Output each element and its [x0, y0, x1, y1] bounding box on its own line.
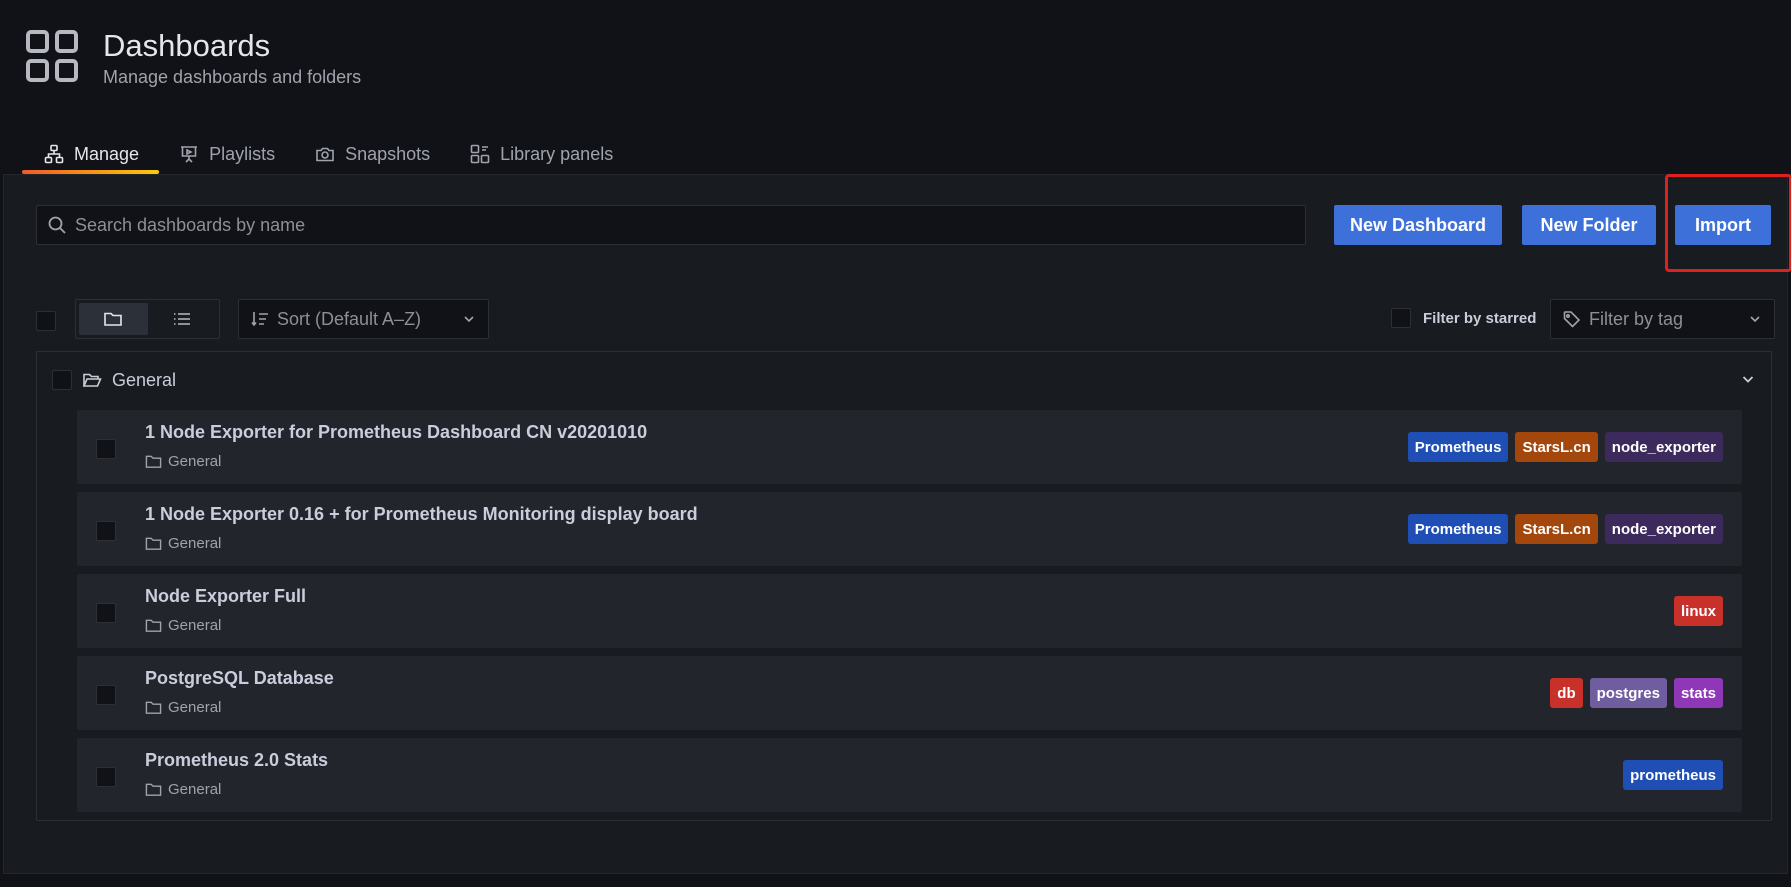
- dashboard-location: General: [145, 781, 221, 798]
- dashboard-location-label: General: [168, 453, 222, 470]
- filter-by-starred[interactable]: Filter by starred: [1391, 308, 1536, 328]
- folder-view-button[interactable]: [79, 303, 148, 335]
- row-checkbox[interactable]: [96, 439, 116, 459]
- select-all-checkbox[interactable]: [36, 311, 56, 331]
- folder-header[interactable]: General: [37, 352, 1771, 408]
- filter-starred-checkbox[interactable]: [1391, 308, 1411, 328]
- manage-content: New Dashboard New Folder Import Sort (De…: [3, 174, 1791, 874]
- dashboard-row[interactable]: 1 Node Exporter for Prometheus Dashboard…: [77, 410, 1742, 484]
- tag[interactable]: prometheus: [1623, 760, 1723, 790]
- presentation-icon: [179, 144, 199, 164]
- tab-library-panels-label: Library panels: [500, 143, 614, 164]
- tag-list: Prometheus StarsL.cn node_exporter: [1407, 514, 1723, 544]
- folder-checkbox[interactable]: [52, 370, 72, 390]
- sort-icon: [251, 312, 268, 327]
- tag-list: Prometheus StarsL.cn node_exporter: [1407, 432, 1723, 462]
- filter-starred-label: Filter by starred: [1423, 309, 1537, 327]
- chevron-down-icon[interactable]: [1739, 370, 1757, 388]
- list-icon: [173, 313, 190, 325]
- tab-bar: Manage Playlists Snapshots Library panel…: [22, 134, 633, 174]
- sort-label: Sort (Default A–Z): [277, 308, 422, 329]
- dashboard-location-label: General: [168, 699, 222, 716]
- tag[interactable]: Prometheus: [1407, 432, 1509, 462]
- new-dashboard-button[interactable]: New Dashboard: [1334, 205, 1502, 245]
- dashboard-title: Node Exporter Full: [145, 586, 307, 606]
- dashboard-row[interactable]: 1 Node Exporter 0.16 + for Prometheus Mo…: [77, 492, 1742, 566]
- dashboard-location-label: General: [168, 781, 222, 798]
- dashboard-location: General: [145, 617, 221, 634]
- tag[interactable]: node_exporter: [1604, 432, 1723, 462]
- sitemap-icon: [44, 144, 64, 164]
- tag-filter-placeholder: Filter by tag: [1589, 308, 1684, 329]
- tag-icon: [1563, 311, 1581, 328]
- folder-icon: [145, 453, 162, 470]
- search-input[interactable]: [67, 206, 1305, 244]
- tag[interactable]: Prometheus: [1407, 514, 1509, 544]
- tag-list: linux: [1673, 596, 1723, 626]
- folder-name: General: [112, 369, 177, 390]
- dashboard-location: General: [145, 699, 221, 716]
- tab-manage[interactable]: Manage: [22, 134, 160, 174]
- import-button[interactable]: Import: [1675, 205, 1771, 245]
- apps-grid-icon: [26, 30, 78, 82]
- page-title: Dashboards: [103, 28, 271, 63]
- tag-list: prometheus: [1623, 760, 1723, 790]
- search-box: [36, 205, 1306, 245]
- chevron-down-icon: [1750, 316, 1760, 323]
- dashboard-title: 1 Node Exporter for Prometheus Dashboard…: [145, 422, 648, 442]
- camera-icon: [315, 144, 335, 164]
- dashboard-row[interactable]: PostgreSQL Database General db postgres …: [77, 656, 1742, 730]
- page-header: Dashboards Manage dashboards and folders…: [0, 0, 1791, 174]
- chevron-down-icon: [464, 316, 474, 323]
- row-checkbox[interactable]: [96, 603, 116, 623]
- dashboard-title: PostgreSQL Database: [145, 668, 334, 688]
- tab-library-panels[interactable]: Library panels: [450, 134, 633, 174]
- row-checkbox[interactable]: [96, 521, 116, 541]
- folder-icon: [145, 617, 162, 634]
- page-subtitle: Manage dashboards and folders: [103, 67, 362, 87]
- folder-icon: [104, 312, 123, 326]
- tag[interactable]: linux: [1673, 596, 1723, 626]
- tab-snapshots[interactable]: Snapshots: [295, 134, 450, 174]
- tag[interactable]: stats: [1673, 678, 1723, 708]
- dashboard-location: General: [145, 535, 221, 552]
- tab-playlists[interactable]: Playlists: [159, 134, 295, 174]
- tab-manage-label: Manage: [74, 143, 140, 164]
- tag[interactable]: postgres: [1589, 678, 1667, 708]
- tag[interactable]: db: [1550, 678, 1583, 708]
- library-panel-icon: [470, 144, 490, 164]
- tag-filter-select[interactable]: Filter by tag: [1550, 299, 1775, 339]
- tab-snapshots-label: Snapshots: [345, 143, 431, 164]
- view-mode-toggle: [75, 299, 220, 339]
- sort-select[interactable]: Sort (Default A–Z): [238, 299, 489, 339]
- dashboard-title: Prometheus 2.0 Stats: [145, 750, 329, 770]
- tab-playlists-label: Playlists: [209, 143, 276, 164]
- tag-list: db postgres stats: [1550, 678, 1723, 708]
- dashboard-location-label: General: [168, 535, 222, 552]
- folder-section-general: General 1 Node Exporter for Prometheus D…: [36, 351, 1772, 821]
- folder-icon: [145, 781, 162, 798]
- dashboard-row[interactable]: Prometheus 2.0 Stats General prometheus: [77, 738, 1742, 812]
- row-checkbox[interactable]: [96, 767, 116, 787]
- dashboard-location: General: [145, 453, 221, 470]
- tag[interactable]: node_exporter: [1604, 514, 1723, 544]
- folder-icon: [145, 535, 162, 552]
- list-view-button[interactable]: [148, 303, 217, 335]
- new-folder-button[interactable]: New Folder: [1522, 205, 1656, 245]
- row-checkbox[interactable]: [96, 685, 116, 705]
- folder-icon: [145, 699, 162, 716]
- tag[interactable]: StarsL.cn: [1515, 432, 1598, 462]
- dashboard-location-label: General: [168, 617, 222, 634]
- dashboard-title: 1 Node Exporter 0.16 + for Prometheus Mo…: [145, 504, 698, 524]
- folder-open-icon: [82, 370, 102, 390]
- tag[interactable]: StarsL.cn: [1515, 514, 1598, 544]
- dashboard-row[interactable]: Node Exporter Full General linux: [77, 574, 1742, 648]
- search-icon: [47, 215, 67, 235]
